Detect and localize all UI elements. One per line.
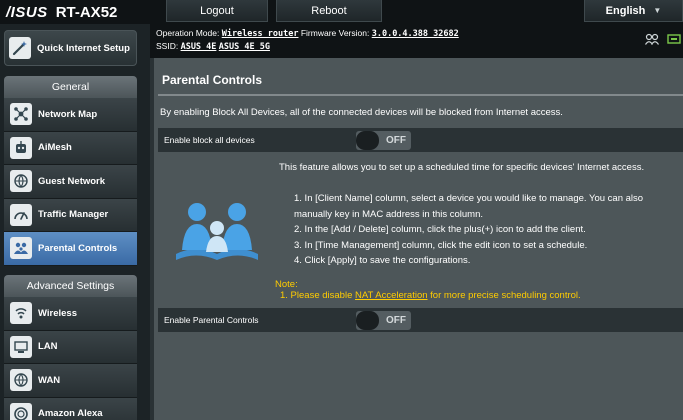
firmware-link[interactable]: 3.0.0.4.388_32682 [372,29,459,39]
firmware-label: Firmware Version: [300,28,370,38]
top-bar: /ISUS RT-AX52 Logout Reboot English ▼ [0,0,683,24]
toggle-state: OFF [386,315,406,326]
asus-logo: /ISUS [6,3,48,21]
toggle-knob [356,131,379,150]
wireless-icon [10,302,32,325]
general-section: General Network Map AiMesh Guest Network [4,76,137,266]
quick-internet-setup-label: Quick Internet Setup [37,42,130,54]
advanced-settings-title: Advanced Settings [4,275,137,297]
ssid-link-2[interactable]: ASUS_4E_5G [219,42,270,52]
logout-button[interactable]: Logout [166,0,268,22]
status-bar: Operation Mode: Wireless router Firmware… [150,24,683,58]
enable-parental-controls-row: Enable Parental Controls OFF [158,308,683,332]
enable-parental-controls-label: Enable Parental Controls [164,315,259,325]
internet-status-icon[interactable] [667,33,681,45]
toggle-state: OFF [386,135,406,146]
sidebar-item-parental-controls[interactable]: Parental Controls [4,232,137,266]
brand: /ISUS RT-AX52 [6,3,117,21]
instruction-step-1: 1. In [Client Name] column, select a dev… [294,193,644,220]
note-line: 1. Please disable NAT Acceleration for m… [280,290,581,301]
sidebar-item-lan[interactable]: LAN [4,330,137,364]
quick-internet-setup-button[interactable]: Quick Internet Setup [4,30,137,66]
language-value: English [605,4,646,17]
page-title: Parental Controls [162,73,263,87]
status-line-2: SSID: ASUS_4E ASUS_4E_5G [156,41,270,52]
title-divider [158,94,683,96]
parental-controls-panel: Parental Controls By enabling Block All … [150,58,683,420]
block-all-devices-row: Enable block all devices OFF [158,128,683,152]
parental-controls-icon [10,237,32,260]
status-line-1: Operation Mode: Wireless router Firmware… [156,28,459,39]
instructions-list: 1. In [Client Name] column, select a dev… [294,191,674,269]
router-admin-page: /ISUS RT-AX52 Logout Reboot English ▼ Op… [0,0,683,420]
chevron-down-icon: ▼ [653,6,662,15]
aimesh-icon [10,136,32,159]
language-select[interactable]: English ▼ [584,0,683,22]
router-model: RT-AX52 [55,3,118,21]
sidebar-item-guest-network[interactable]: Guest Network [4,165,137,199]
block-all-description: By enabling Block All Devices, all of th… [160,107,563,118]
sidebar-item-label: Parental Controls [38,242,118,254]
operation-mode-label: Operation Mode: [156,28,220,38]
network-map-icon [10,103,32,126]
sidebar-item-wan[interactable]: WAN [4,364,137,398]
sidebar-item-network-map[interactable]: Network Map [4,98,137,132]
main-panel: Parental Controls By enabling Block All … [150,58,683,420]
lan-icon [10,335,32,358]
sidebar-item-label: LAN [38,341,58,353]
sidebar-item-label: AiMesh [38,142,72,154]
sidebar: Quick Internet Setup General Network Map… [0,24,150,420]
sidebar-item-label: Guest Network [38,175,106,187]
note-prefix: 1. Please disable [280,290,353,301]
sidebar-item-label: Traffic Manager [38,209,109,221]
reboot-button[interactable]: Reboot [276,0,382,22]
sidebar-item-label: Amazon Alexa [38,408,103,420]
traffic-manager-icon [10,203,32,226]
guest-network-icon [10,170,32,193]
status-icons [645,33,681,45]
sidebar-item-traffic-manager[interactable]: Traffic Manager [4,198,137,232]
nat-acceleration-link[interactable]: NAT Acceleration [355,290,428,301]
wand-icon [9,37,31,59]
note-title: Note: [275,279,298,290]
ssid-link-1[interactable]: ASUS_4E [181,42,217,52]
block-all-devices-label: Enable block all devices [164,135,255,145]
toggle-knob [356,311,379,330]
advanced-settings-section: Advanced Settings Wireless LAN WAN Amazo… [4,275,137,420]
users-icon[interactable] [645,33,659,45]
general-title: General [4,76,137,98]
sidebar-item-aimesh[interactable]: AiMesh [4,131,137,165]
wan-icon [10,369,32,392]
feature-intro: This feature allows you to set up a sche… [279,162,645,173]
instruction-step-3: 3. In [Time Management] column, click th… [294,239,588,251]
feature-info: This feature allows you to set up a sche… [158,156,683,306]
instruction-step-4: 4. Click [Apply] to save the configurati… [294,255,471,266]
alexa-icon [10,402,32,420]
note-suffix: for more precise scheduling control. [430,290,581,301]
ssid-label: SSID: [156,41,179,51]
family-icon [176,203,258,260]
sidebar-item-label: WAN [38,374,61,386]
sidebar-item-wireless[interactable]: Wireless [4,297,137,331]
operation-mode-link[interactable]: Wireless router [222,29,299,39]
instruction-step-2: 2. In the [Add / Delete] column, click t… [294,224,586,235]
sidebar-item-label: Wireless [38,307,77,319]
sidebar-item-amazon-alexa[interactable]: Amazon Alexa [4,397,137,420]
sidebar-item-label: Network Map [38,108,98,120]
enable-parental-controls-toggle[interactable]: OFF [356,311,411,330]
block-all-devices-toggle[interactable]: OFF [356,131,411,150]
